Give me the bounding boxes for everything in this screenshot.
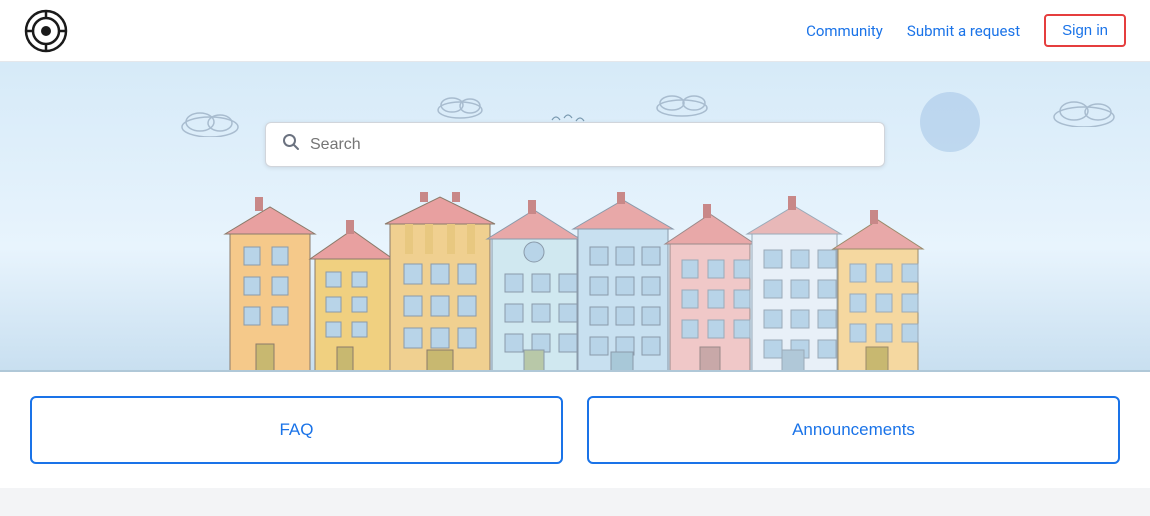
cloud-2 xyxy=(430,92,490,120)
page-header: Community Submit a request Sign in xyxy=(0,0,1150,62)
buildings-area xyxy=(0,192,1150,372)
hero-section xyxy=(0,62,1150,372)
announcements-button[interactable]: Announcements xyxy=(587,396,1120,464)
cloud-4 xyxy=(1048,97,1120,127)
search-input[interactable] xyxy=(310,136,868,154)
search-container xyxy=(265,122,885,167)
faq-button[interactable]: FAQ xyxy=(30,396,563,464)
signin-button[interactable]: Sign in xyxy=(1044,14,1126,47)
cards-section: FAQ Announcements xyxy=(0,372,1150,488)
community-link[interactable]: Community xyxy=(806,22,883,40)
search-icon xyxy=(282,133,300,156)
logo-container xyxy=(24,9,68,53)
search-bar xyxy=(265,122,885,167)
cloud-3 xyxy=(650,90,715,118)
submit-request-link[interactable]: Submit a request xyxy=(907,22,1020,40)
moon-circle xyxy=(920,92,980,152)
cloud-1 xyxy=(175,107,245,137)
header-nav: Community Submit a request Sign in xyxy=(806,14,1126,47)
buildings-svg xyxy=(0,192,1150,372)
logo-icon xyxy=(24,9,68,53)
